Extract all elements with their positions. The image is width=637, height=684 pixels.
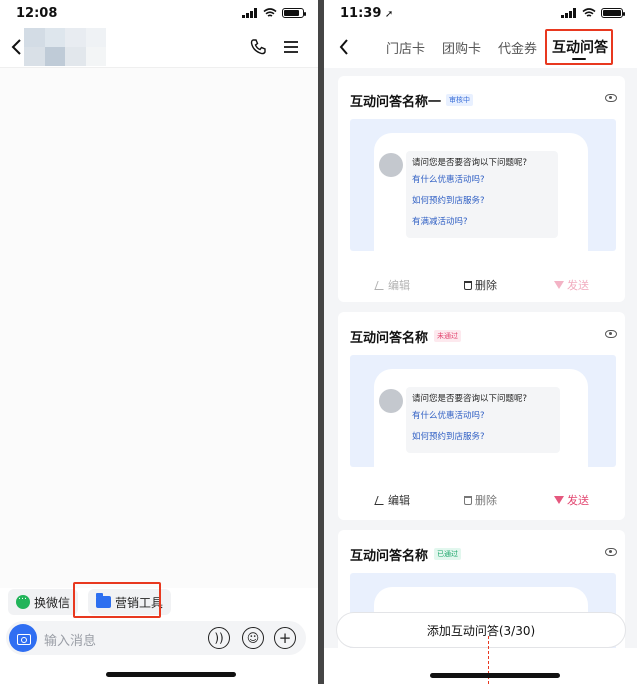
tab-voucher[interactable]: 代金券 xyxy=(498,38,537,57)
battery-icon xyxy=(282,8,306,18)
edit-icon xyxy=(374,495,387,505)
marketing-tools-button[interactable]: 营销工具 xyxy=(88,589,172,615)
tab-bar: 门店卡 团购卡 代金券 互动问答 xyxy=(324,26,637,68)
send-button[interactable]: 发送 xyxy=(554,277,589,293)
qa-card: 互动问答名称 未通过 请问您是否要咨询以下问题呢? 有什么优惠活动吗? 如何预约… xyxy=(338,312,625,520)
contact-avatar-blurred[interactable] xyxy=(24,28,106,66)
qa-option: 如何预约到店服务? xyxy=(412,196,485,206)
wifi-icon xyxy=(582,8,596,17)
camera-icon[interactable] xyxy=(9,624,37,652)
tab-group-buy-card[interactable]: 团购卡 xyxy=(442,38,481,57)
qa-card-actions: 编辑 删除 发送 xyxy=(338,269,625,299)
avatar xyxy=(379,153,403,177)
message-input-bar: 输入消息 )) ☺ + xyxy=(6,621,306,655)
switch-wechat-label: 换微信 xyxy=(34,595,71,610)
status-icons xyxy=(242,8,306,18)
qa-option: 有满减活动吗? xyxy=(412,217,468,227)
chevron-left-icon[interactable] xyxy=(10,38,24,56)
qa-card-title: 互动问答名称 xyxy=(350,549,429,564)
qa-card-actions: 编辑 删除 发送 xyxy=(338,484,625,514)
home-indicator xyxy=(106,672,236,677)
send-icon xyxy=(554,281,564,289)
delete-label: 删除 xyxy=(475,279,497,292)
qa-card-title: 互动问答名称一 xyxy=(350,95,442,110)
qa-card-title: 互动问答名称 xyxy=(350,331,429,346)
bottom-safe-area xyxy=(324,648,637,684)
plus-icon[interactable]: + xyxy=(274,627,296,649)
qa-bubble: 请问您是否要咨询以下问题呢? 有什么优惠活动吗? 如何预约到店服务? 有满减活动… xyxy=(406,151,558,238)
home-indicator xyxy=(430,673,560,678)
trash-icon xyxy=(464,495,472,505)
emoji-icon[interactable]: ☺ xyxy=(242,627,264,649)
battery-icon xyxy=(601,8,625,18)
delete-button[interactable]: 删除 xyxy=(464,277,497,293)
edit-button[interactable]: 编辑 xyxy=(374,277,410,293)
quick-tools-bar: 换微信 营销工具 xyxy=(8,589,172,615)
voice-icon[interactable]: )) xyxy=(208,627,230,649)
qa-option: 如何预约到店服务? xyxy=(412,432,485,442)
screenshot: 12:08 换微信 营销工具 xyxy=(0,0,637,684)
signal-icon xyxy=(242,8,258,18)
wifi-icon xyxy=(263,8,277,17)
message-input[interactable]: 输入消息 xyxy=(44,630,96,649)
qa-question: 请问您是否要咨询以下问题呢? xyxy=(412,158,528,168)
chevron-left-icon[interactable] xyxy=(338,38,350,56)
status-time: 11:39 xyxy=(340,6,393,21)
qa-option: 有什么优惠活动吗? xyxy=(412,411,485,421)
status-badge: 审核中 xyxy=(446,94,473,106)
send-label: 发送 xyxy=(567,279,589,292)
qa-question: 请问您是否要咨询以下问题呢? xyxy=(412,394,528,404)
edit-label: 编辑 xyxy=(388,279,410,292)
qa-card: 互动问答名称一 审核中 请问您是否要咨询以下问题呢? 有什么优惠活动吗? 如何预… xyxy=(338,76,625,302)
status-bar: 11:39 xyxy=(324,0,637,26)
preview-phone-mock: 请问您是否要咨询以下问题呢? 有什么优惠活动吗? 如何预约到店服务? 有满减活动… xyxy=(374,133,588,251)
phone-icon[interactable] xyxy=(249,38,267,56)
edit-label: 编辑 xyxy=(388,494,410,507)
qa-bubble: 请问您是否要咨询以下问题呢? 有什么优惠活动吗? 如何预约到店服务? xyxy=(406,387,560,453)
eye-icon[interactable] xyxy=(605,94,617,102)
status-badge: 未通过 xyxy=(434,330,461,342)
delete-label: 删除 xyxy=(475,494,497,507)
avatar xyxy=(379,389,403,413)
eye-icon[interactable] xyxy=(605,548,617,556)
status-bar: 12:08 xyxy=(0,0,318,26)
qa-preview: 请问您是否要咨询以下问题呢? 有什么优惠活动吗? 如何预约到店服务? 有满减活动… xyxy=(350,119,616,251)
switch-wechat-button[interactable]: 换微信 xyxy=(8,589,79,615)
status-icons xyxy=(561,8,625,18)
eye-icon[interactable] xyxy=(605,330,617,338)
preview-phone-mock: 请问您是否要咨询以下问题呢? 有什么优惠活动吗? 如何预约到店服务? xyxy=(374,369,588,467)
add-qa-button[interactable]: 添加互动问答(3/30) xyxy=(336,612,626,648)
tab-interactive-qa[interactable]: 互动问答 xyxy=(552,37,608,57)
delete-button[interactable]: 删除 xyxy=(464,492,497,508)
signal-icon xyxy=(561,8,577,18)
chat-header xyxy=(0,26,318,68)
edit-icon xyxy=(374,280,387,290)
edit-button[interactable]: 编辑 xyxy=(374,492,410,508)
send-button[interactable]: 发送 xyxy=(554,492,589,508)
trash-icon xyxy=(464,280,472,290)
status-badge: 已通过 xyxy=(434,548,461,560)
qa-preview: 请问您是否要咨询以下问题呢? 有什么优惠活动吗? 如何预约到店服务? xyxy=(350,355,616,467)
qa-option: 有什么优惠活动吗? xyxy=(412,175,485,185)
left-phone-screen: 12:08 换微信 营销工具 xyxy=(0,0,318,684)
marketing-tools-label: 营销工具 xyxy=(115,595,164,610)
chat-message-area xyxy=(0,68,318,588)
tab-store-card[interactable]: 门店卡 xyxy=(386,38,425,57)
menu-icon[interactable] xyxy=(282,38,300,56)
active-tab-indicator xyxy=(572,58,586,60)
folder-icon xyxy=(96,593,112,608)
send-label: 发送 xyxy=(567,494,589,507)
right-phone-screen: 11:39 门店卡 团购卡 代金券 互动问答 互动问答名称一 审核中 xyxy=(324,0,637,684)
send-icon xyxy=(554,496,564,504)
wechat-icon xyxy=(16,592,30,609)
status-time: 12:08 xyxy=(16,6,58,21)
